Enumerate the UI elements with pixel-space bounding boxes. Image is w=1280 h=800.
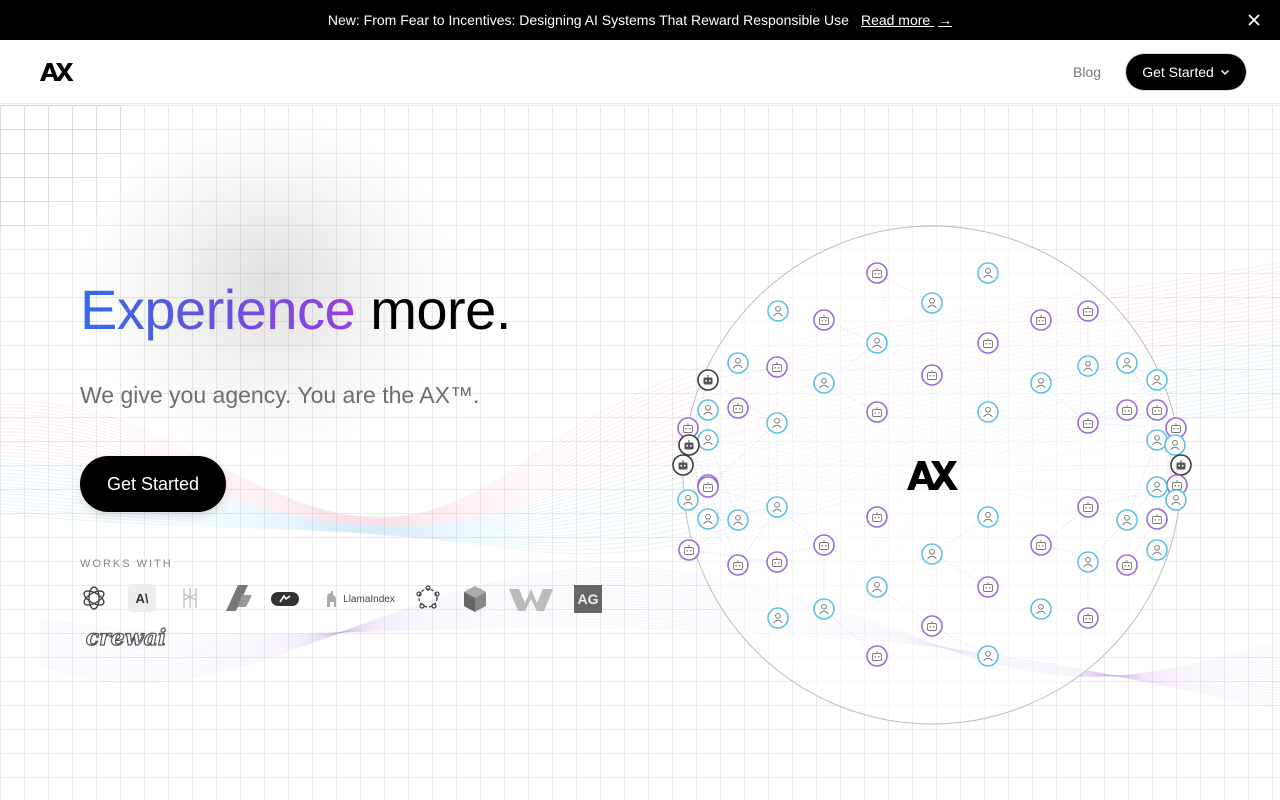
- nav-cta-label: Get Started: [1142, 64, 1214, 80]
- network-logo: [414, 584, 442, 612]
- agent-node-icon: [1116, 399, 1138, 421]
- agent-node-icon: [866, 401, 888, 423]
- human-node-icon: [1116, 509, 1138, 531]
- cube-logo: [462, 584, 488, 614]
- link-logo: [270, 589, 300, 609]
- human-node-icon: [697, 399, 719, 421]
- human-node-icon: [1146, 476, 1168, 498]
- nav-get-started-button[interactable]: Get Started: [1126, 54, 1246, 90]
- fireworks-logo: [224, 583, 254, 613]
- human-node-icon: [977, 262, 999, 284]
- human-node-icon: [727, 352, 749, 374]
- human-node-icon: [1077, 355, 1099, 377]
- agent-node-icon: [697, 369, 719, 391]
- agent-node-icon: [921, 364, 943, 386]
- crewai-logo: crewai: [80, 623, 172, 653]
- agent-node-icon: [1077, 300, 1099, 322]
- hero-section: Experience more. We give you agency. You…: [0, 105, 1280, 800]
- human-node-icon: [1146, 429, 1168, 451]
- agent-node-icon: [1077, 412, 1099, 434]
- hero-title: Experience more.: [80, 277, 511, 342]
- human-node-icon: [697, 508, 719, 530]
- hero-get-started-button[interactable]: Get Started: [80, 456, 226, 512]
- hero-title-rest: more.: [355, 278, 511, 341]
- agent-node-icon: [1077, 607, 1099, 629]
- human-node-icon: [697, 429, 719, 451]
- agent-node-icon: [813, 534, 835, 556]
- works-with-label: WORKS WITH: [80, 558, 173, 570]
- human-node-icon: [767, 607, 789, 629]
- autogen-logo-text: AG: [577, 591, 599, 607]
- openai-logo: [80, 584, 108, 612]
- agent-node-icon: [921, 615, 943, 637]
- agent-node-icon: [1030, 534, 1052, 556]
- agent-node-icon: [1116, 554, 1138, 576]
- human-node-icon: [921, 543, 943, 565]
- top-nav: Blog Get Started: [0, 40, 1280, 104]
- human-node-icon: [1030, 372, 1052, 394]
- human-node-icon: [1164, 434, 1186, 456]
- human-node-icon: [1116, 352, 1138, 374]
- agent-node-icon: [977, 332, 999, 354]
- human-node-icon: [1146, 539, 1168, 561]
- banner-message: New: From Fear to Incentives: Designing …: [327, 12, 849, 28]
- autogen-logo: AG: [574, 585, 602, 613]
- nav-blog-link[interactable]: Blog: [1073, 64, 1101, 80]
- human-node-icon: [1165, 489, 1187, 511]
- human-node-icon: [977, 401, 999, 423]
- human-node-icon: [977, 645, 999, 667]
- announcement-banner: New: From Fear to Incentives: Designing …: [0, 0, 1280, 40]
- hero-title-gradient: Experience: [80, 278, 356, 341]
- ax-logo[interactable]: [40, 62, 74, 82]
- agent-node-icon: [977, 576, 999, 598]
- agent-node-icon: [766, 551, 788, 573]
- agent-node-icon: [813, 309, 835, 331]
- agent-node-icon: [1077, 496, 1099, 518]
- agent-node-icon: [697, 476, 719, 498]
- agent-node-icon: [866, 645, 888, 667]
- agent-node-icon: [678, 539, 700, 561]
- human-node-icon: [813, 598, 835, 620]
- human-node-icon: [766, 412, 788, 434]
- banner-link-label: Read more: [860, 12, 931, 28]
- human-node-icon: [921, 292, 943, 314]
- langgraph-logo: [178, 584, 202, 612]
- agent-node-icon: [766, 356, 788, 378]
- agent-node-icon: [1170, 454, 1192, 476]
- anthropic-logo-text: A\: [135, 590, 149, 606]
- human-node-icon: [977, 506, 999, 528]
- close-icon[interactable]: [1246, 12, 1262, 28]
- agent-network-diagram: [672, 225, 1192, 725]
- human-node-icon: [1146, 369, 1168, 391]
- agent-node-icon: [866, 506, 888, 528]
- llamaindex-logo: LlamaIndex: [322, 587, 398, 611]
- chevron-down-icon: [1220, 69, 1229, 76]
- crewai-logo-text: crewai: [85, 624, 167, 651]
- wordware-logo: [508, 585, 554, 613]
- human-node-icon: [677, 489, 699, 511]
- arrow-right-icon: →: [938, 12, 953, 28]
- human-node-icon: [1030, 598, 1052, 620]
- human-node-icon: [813, 372, 835, 394]
- hero-subtitle: We give you agency. You are the AX™.: [80, 382, 480, 408]
- agent-node-icon: [672, 454, 694, 476]
- agent-node-icon: [678, 434, 700, 456]
- agent-node-icon: [1030, 309, 1052, 331]
- agent-node-icon: [866, 262, 888, 284]
- human-node-icon: [727, 509, 749, 531]
- human-node-icon: [866, 332, 888, 354]
- agent-node-icon: [727, 397, 749, 419]
- anthropic-logo: A\: [128, 584, 156, 612]
- llamaindex-logo-text: LlamaIndex: [343, 593, 395, 605]
- human-node-icon: [866, 576, 888, 598]
- agent-node-icon: [1146, 508, 1168, 530]
- human-node-icon: [1077, 551, 1099, 573]
- agent-node-icon: [1146, 399, 1168, 421]
- banner-read-more-link[interactable]: Read more →: [861, 12, 952, 28]
- agent-node-icon: [727, 554, 749, 576]
- human-node-icon: [766, 496, 788, 518]
- human-node-icon: [767, 300, 789, 322]
